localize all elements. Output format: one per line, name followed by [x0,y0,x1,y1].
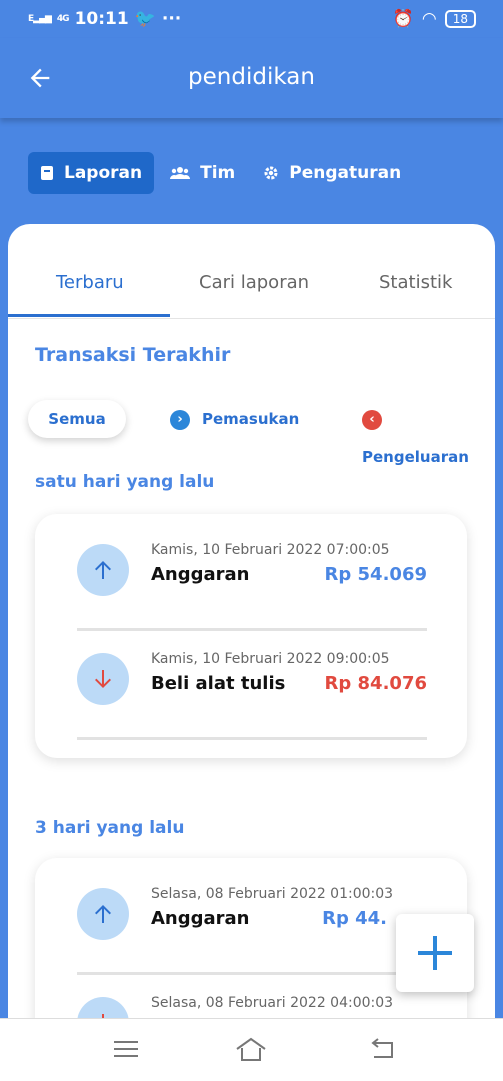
book-icon [41,166,53,180]
nav-tim[interactable]: Tim [158,152,247,194]
nav-pengaturan-label: Pengaturan [289,163,402,183]
nav-laporan[interactable]: Laporan [28,152,155,194]
top-nav: Laporan Tim Pengaturan [28,152,413,194]
transaction-name: Beli alat tulis [151,673,286,694]
transaction-date: Kamis, 10 Februari 2022 07:00:05 [151,542,390,558]
menu-icon[interactable] [108,1033,144,1065]
main-card: Terbaru Cari laporan Statistik Transaksi… [8,224,495,1024]
filter-expense-label: Pengeluaran [362,448,469,466]
nav-laporan-label: Laporan [64,163,143,183]
tab-terbaru[interactable]: Terbaru [56,272,124,293]
transaction-row[interactable]: Kamis, 10 Februari 2022 07:00:05 Anggara… [77,530,427,631]
income-arrow-icon [77,888,129,940]
signal-icon: E▂▄▆ [28,14,52,24]
add-transaction-button[interactable] [396,914,474,992]
plus-icon [418,936,452,970]
tab-cari-laporan[interactable]: Cari laporan [199,272,309,293]
transaction-row[interactable]: Selasa, 08 Februari 2022 01:00:03 Anggar… [77,874,427,975]
chevron-left-icon: ‹ [362,409,382,430]
tab-indicator [8,314,170,317]
group-label: satu hari yang lalu [35,472,215,492]
page-title: pendidikan [188,64,315,90]
more-icon: ··· [161,9,182,29]
battery-icon: 18 [444,10,476,28]
transaction-amount: Rp 54.069 [324,564,427,585]
filter-all[interactable]: Semua [28,400,126,438]
chevron-right-icon: › [170,409,190,430]
alarm-icon: ⏰ [392,9,414,29]
group-label: 3 hari yang lalu [35,818,185,838]
users-icon [170,167,191,179]
gear-icon [264,166,278,180]
network-type: 4G [56,14,70,24]
transaction-name: Anggaran [151,908,250,929]
transaction-date: Selasa, 08 Februari 2022 04:00:03 [151,995,394,1011]
twitter-icon: 🐦 [134,9,156,29]
section-title: Transaksi Terakhir [35,344,231,366]
filter-income-label: Pemasukan [202,410,300,428]
filter-expense[interactable]: ‹ Pengeluaran [362,400,495,466]
back-nav-icon[interactable] [364,1033,400,1065]
transaction-row[interactable]: Kamis, 10 Februari 2022 09:00:05 Beli al… [77,639,427,740]
transaction-date: Kamis, 10 Februari 2022 09:00:05 [151,651,390,667]
transaction-amount: Rp 44. [322,908,387,929]
filter-income[interactable]: › Pemasukan [170,400,299,438]
income-arrow-icon [77,544,129,596]
home-icon[interactable] [233,1033,269,1065]
transaction-date: Selasa, 08 Februari 2022 01:00:03 [151,886,394,902]
transaction-name: Anggaran [151,564,250,585]
nav-pengaturan[interactable]: Pengaturan [251,152,413,194]
transaction-group-card: Kamis, 10 Februari 2022 07:00:05 Anggara… [35,514,467,758]
system-nav-bar [0,1018,503,1081]
transaction-amount: Rp 84.076 [324,673,427,694]
status-time: 10:11 [74,9,129,29]
status-bar: E▂▄▆ 4G 10:11 🐦 ··· ⏰ ◠ 18 [0,0,503,38]
wifi-icon: ◠ [421,9,437,29]
tab-bar: Terbaru Cari laporan Statistik [8,224,495,319]
tab-statistik[interactable]: Statistik [379,272,452,293]
expense-arrow-icon [77,653,129,705]
nav-tim-label: Tim [200,163,236,183]
filter-chips: Semua › Pemasukan ‹ Pengeluaran [28,400,495,466]
app-bar: pendidikan [0,38,503,118]
